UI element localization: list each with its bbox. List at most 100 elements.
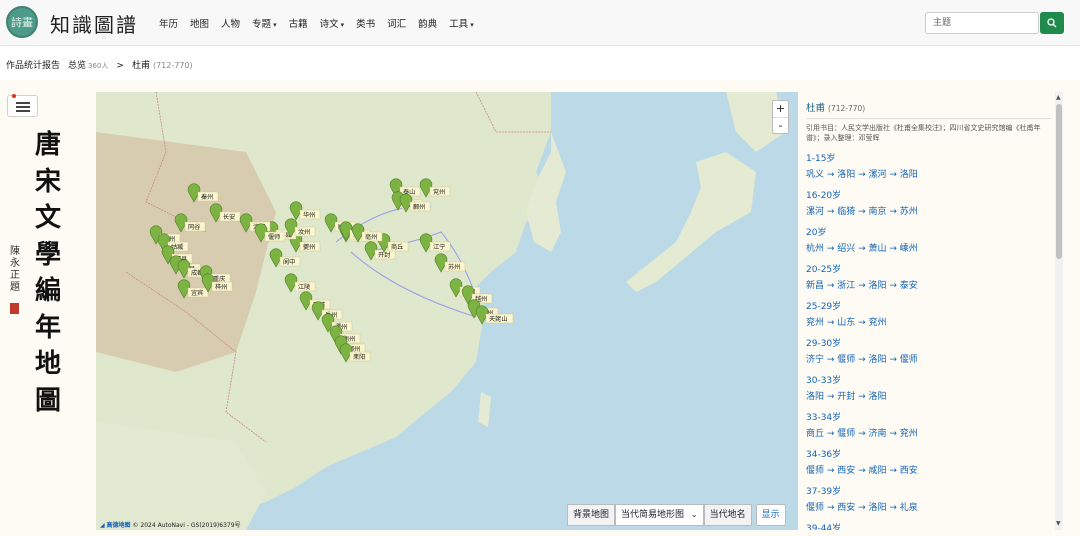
nav-item-8[interactable]: 韵典 bbox=[418, 16, 437, 30]
scroll-down-icon[interactable]: ▼ bbox=[1056, 520, 1061, 527]
main-nav: 年历 地图 人物 专题 ▾ 古籍 诗文 ▾ 类书 词汇 韵典 工具 ▾ bbox=[159, 16, 486, 30]
place-names-toggle[interactable]: 当代地名 bbox=[703, 504, 752, 526]
sidebar-menu-button[interactable] bbox=[7, 95, 38, 117]
logo-seal[interactable]: 詩畫 bbox=[6, 6, 38, 38]
zoom-out-button[interactable]: - bbox=[773, 117, 788, 133]
poet-name: 杜甫 bbox=[131, 61, 150, 71]
place-label[interactable]: 江宁 bbox=[433, 243, 445, 251]
inscription-char: 陳 bbox=[10, 246, 20, 257]
period-route[interactable]: 漯河 → 临猗 → 南京 → 苏州 bbox=[806, 204, 1051, 217]
nav-item-0[interactable]: 年历 bbox=[159, 16, 178, 30]
period-route[interactable]: 巩义 → 洛阳 → 漯河 → 洛阳 bbox=[806, 167, 1051, 180]
period-age[interactable]: 39-44岁 bbox=[806, 521, 1051, 530]
chevron-down-icon: ⌄ bbox=[690, 510, 698, 519]
nav-item-5[interactable]: 诗文 ▾ bbox=[320, 16, 345, 30]
calligraphy-inscription: 陳永正題 bbox=[9, 246, 21, 294]
period-age[interactable]: 16-20岁 bbox=[806, 188, 1051, 201]
zoom-in-button[interactable]: + bbox=[773, 101, 788, 117]
inscription-char: 正 bbox=[10, 270, 20, 281]
scroll-up-icon[interactable]: ▲ bbox=[1056, 94, 1061, 101]
place-label[interactable]: 同谷 bbox=[188, 223, 200, 231]
caret-down-icon: ▾ bbox=[470, 21, 474, 29]
nav-item-3[interactable]: 专题 ▾ bbox=[252, 16, 277, 30]
scrollbar-thumb[interactable] bbox=[1056, 104, 1062, 259]
map-canvas[interactable]: 凉州姑臧西县万县成都重庆宜宾梓州阆中夔州忠县江陵石首岳州潭州衡州郴州耒阳长安洛阳… bbox=[96, 92, 798, 530]
period-list: 1-15岁巩义 → 洛阳 → 漯河 → 洛阳 16-20岁 漯河 → 临猗 → 南京… bbox=[806, 151, 1051, 530]
caret-down-icon: ▾ bbox=[273, 21, 277, 29]
panel-poet-name[interactable]: 杜甫 bbox=[806, 103, 825, 114]
calligraphy-char: 圖 bbox=[34, 385, 61, 416]
place-label[interactable]: 阆中 bbox=[283, 258, 295, 266]
panel-scrollbar[interactable]: ▲ ▼ bbox=[1055, 92, 1063, 530]
period-age[interactable]: 29-30岁 bbox=[806, 336, 1051, 349]
nav-item-4[interactable]: 古籍 bbox=[289, 16, 308, 30]
place-label[interactable]: 兖州 bbox=[433, 188, 445, 196]
caret-down-icon: ▾ bbox=[340, 21, 345, 29]
notification-dot bbox=[12, 94, 16, 98]
place-label[interactable]: 亳州 bbox=[365, 233, 377, 241]
nav-item-9[interactable]: 工具 ▾ bbox=[449, 16, 474, 30]
map-controls: 背景地图 当代简易地形图 ⌄ 当代地名 显示 bbox=[567, 504, 786, 526]
japan-land bbox=[626, 152, 756, 292]
place-label[interactable]: 偃师 bbox=[268, 233, 280, 241]
period-route[interactable]: 兖州 → 山东 → 兖州 bbox=[806, 315, 1051, 328]
inscription-char: 題 bbox=[10, 282, 20, 293]
calligraphy-char: 文 bbox=[34, 203, 61, 233]
place-label[interactable]: 商丘 bbox=[391, 243, 403, 251]
citation-text: 引用书目：人民文学出版社《杜甫全集校注》；四川省文史研究馆编《杜甫年谱》；录入整… bbox=[806, 124, 1041, 142]
period-age[interactable]: 33-34岁 bbox=[806, 410, 1051, 423]
place-label[interactable]: 长安 bbox=[223, 213, 235, 221]
hamburger-icon bbox=[16, 102, 30, 104]
nav-item-1[interactable]: 地图 bbox=[190, 16, 209, 30]
period-age[interactable]: 20岁 bbox=[806, 225, 1051, 238]
place-label[interactable]: 秦州 bbox=[201, 193, 213, 201]
panel-title: 杜甫 (712-770) bbox=[806, 100, 1051, 114]
show-button[interactable]: 显示 bbox=[755, 504, 786, 526]
calligraphy-char: 年 bbox=[34, 312, 61, 343]
calligraphy-char: 唐 bbox=[34, 130, 61, 160]
nav-item-2[interactable]: 人物 bbox=[221, 16, 240, 30]
place-label[interactable]: 鄜州 bbox=[413, 203, 425, 211]
map-view[interactable]: 凉州姑臧西县万县成都重庆宜宾梓州阆中夔州忠县江陵石首岳州潭州衡州郴州耒阳长安洛阳… bbox=[96, 92, 798, 530]
place-label[interactable]: 夔州 bbox=[303, 243, 315, 251]
calligraphy-char: 宋 bbox=[34, 166, 61, 197]
inscription-char: 永 bbox=[10, 258, 20, 269]
place-label[interactable]: 天姥山 bbox=[489, 315, 508, 323]
period-route[interactable]: 偃师 → 西安 → 咸阳 → 西安 bbox=[806, 463, 1051, 476]
period-route[interactable]: 偃师 → 西安 → 洛阳 → 礼泉 bbox=[806, 500, 1051, 513]
basemap-select[interactable]: 当代简易地形图 ⌄ bbox=[615, 504, 704, 526]
report-link[interactable]: 作品统计报告 bbox=[6, 58, 60, 71]
period-age[interactable]: 34-36岁 bbox=[806, 447, 1051, 460]
place-label[interactable]: 梓州 bbox=[215, 283, 227, 291]
place-label[interactable]: 宜宾 bbox=[191, 289, 203, 297]
period-route[interactable]: 洛阳 → 开封 → 洛阳 bbox=[806, 389, 1051, 402]
period-age[interactable]: 37-39岁 bbox=[806, 484, 1051, 497]
red-seal-stamp bbox=[10, 303, 19, 314]
attribution-text: © 2024 AutoNavi - GS(2019)6379号 bbox=[132, 522, 241, 529]
period-route[interactable]: 杭州 → 绍兴 → 萧山 → 嵊州 bbox=[806, 241, 1051, 254]
place-label[interactable]: 重庆 bbox=[213, 275, 225, 283]
background-map-label: 背景地图 bbox=[567, 504, 616, 526]
itinerary-panel: 杜甫 (712-770) 引用书目：人民文学出版社《杜甫全集校注》；四川省文史研究… bbox=[806, 100, 1051, 530]
nav-item-7[interactable]: 词汇 bbox=[387, 16, 406, 30]
site-title[interactable]: 知識圖譜 bbox=[50, 9, 138, 38]
period-route[interactable]: 济宁 → 偃师 → 洛阳 → 偃师 bbox=[806, 352, 1051, 365]
overview-link[interactable]: 总览 bbox=[68, 58, 86, 71]
period-age[interactable]: 25-29岁 bbox=[806, 299, 1051, 312]
search-button[interactable] bbox=[1040, 12, 1064, 34]
period-age[interactable]: 30-33岁 bbox=[806, 373, 1051, 386]
search-icon bbox=[1047, 18, 1057, 28]
place-label[interactable]: 苏州 bbox=[448, 263, 460, 271]
period-route[interactable]: 商丘 → 偃师 → 济南 → 兖州 bbox=[806, 426, 1051, 439]
period-age[interactable]: 20-25岁 bbox=[806, 262, 1051, 275]
place-label[interactable]: 华州 bbox=[303, 211, 315, 219]
period-age[interactable]: 1-15岁 bbox=[806, 151, 1051, 164]
nav-item-6[interactable]: 类书 bbox=[356, 16, 375, 30]
basemap-selected-value: 当代简易地形图 bbox=[621, 510, 685, 520]
place-label[interactable]: 江陵 bbox=[298, 283, 310, 291]
search-input[interactable] bbox=[925, 12, 1039, 34]
period-route[interactable]: 新昌 → 浙江 → 洛阳 → 泰安 bbox=[806, 278, 1051, 291]
place-label[interactable]: 汝州 bbox=[298, 228, 310, 236]
place-label[interactable]: 耒阳 bbox=[353, 353, 365, 361]
amap-logo-icon: ◢ bbox=[100, 522, 105, 529]
